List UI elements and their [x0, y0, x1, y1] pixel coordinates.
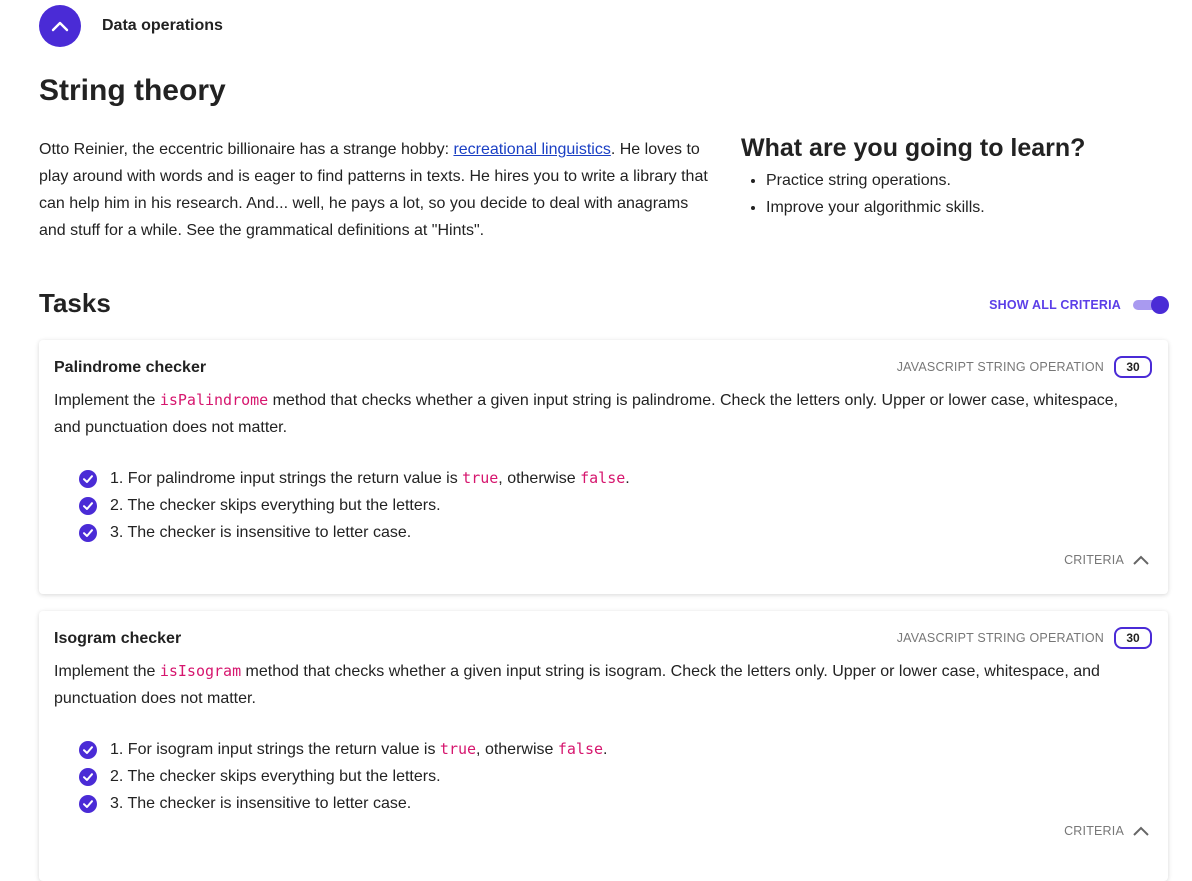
- learning-goals-list: Practice string operations. Improve your…: [741, 167, 1161, 221]
- task-description-start: Implement the: [54, 392, 160, 409]
- criteria-toggle-label: CRITERIA: [1064, 824, 1124, 838]
- chevron-up-icon: [51, 21, 69, 32]
- task-description-start: Implement the: [54, 663, 160, 680]
- points-badge: 30: [1114, 356, 1152, 378]
- breadcrumb: Data operations: [39, 5, 223, 47]
- intro-text: Otto Reinier, the eccentric billionaire …: [39, 136, 711, 244]
- criteria-text-end: .: [603, 741, 608, 758]
- criteria-text: 3. The checker is insensitive to letter …: [110, 795, 412, 812]
- check-circle-icon: [79, 740, 97, 759]
- criteria-item: 3. The checker is insensitive to letter …: [79, 790, 607, 817]
- recreational-linguistics-link[interactable]: recreational linguistics: [453, 141, 610, 158]
- criteria-list: 1. For isogram input strings the return …: [79, 736, 607, 817]
- task-category: JAVASCRIPT STRING OPERATION: [896, 360, 1104, 374]
- method-name: isIsogram: [159, 662, 242, 680]
- code-true: true: [439, 740, 477, 758]
- tasks-title: Tasks: [39, 288, 111, 318]
- show-all-criteria-label: SHOW ALL CRITERIA: [989, 298, 1121, 312]
- task-card-isogram: Isogram checker JAVASCRIPT STRING OPERAT…: [39, 611, 1168, 881]
- show-all-criteria-toggle[interactable]: SHOW ALL CRITERIA: [989, 296, 1169, 314]
- intro-text-start: Otto Reinier, the eccentric billionaire …: [39, 141, 454, 158]
- toggle-switch[interactable]: [1133, 296, 1169, 314]
- criteria-collapse-toggle[interactable]: CRITERIA: [1064, 553, 1150, 567]
- criteria-text-middle: , otherwise: [498, 470, 581, 487]
- task-meta: JAVASCRIPT STRING OPERATION 30: [897, 356, 1152, 378]
- check-circle-icon: [79, 523, 97, 542]
- task-category: JAVASCRIPT STRING OPERATION: [896, 631, 1104, 645]
- check-circle-icon: [79, 767, 97, 786]
- criteria-text: 1. For palindrome input strings the retu…: [110, 465, 630, 492]
- learning-goal-item: Practice string operations.: [766, 167, 1161, 194]
- points-badge: 30: [1114, 627, 1152, 649]
- criteria-list: 1. For palindrome input strings the retu…: [79, 465, 630, 546]
- learning-goals: What are you going to learn? Practice st…: [741, 134, 1161, 221]
- task-card-palindrome: Palindrome checker JAVASCRIPT STRING OPE…: [39, 340, 1168, 594]
- criteria-text-start: 1. For palindrome input strings the retu…: [110, 470, 463, 487]
- criteria-item: 1. For palindrome input strings the retu…: [79, 465, 630, 492]
- criteria-item: 1. For isogram input strings the return …: [79, 736, 607, 763]
- code-true: true: [462, 469, 499, 487]
- criteria-text-middle: , otherwise: [476, 741, 558, 758]
- criteria-text: 2. The checker skips everything but the …: [110, 497, 441, 514]
- code-false: false: [557, 740, 604, 758]
- method-name: isPalindrome: [159, 391, 269, 409]
- criteria-item: 2. The checker skips everything but the …: [79, 492, 630, 519]
- task-description: Implement the isIsogram method that chec…: [54, 658, 1134, 712]
- collapse-button[interactable]: [39, 5, 81, 47]
- check-circle-icon: [79, 469, 97, 488]
- criteria-collapse-toggle[interactable]: CRITERIA: [1064, 824, 1150, 838]
- criteria-toggle-label: CRITERIA: [1064, 553, 1124, 567]
- task-description: Implement the isPalindrome method that c…: [54, 387, 1134, 441]
- task-title: Palindrome checker: [54, 359, 207, 376]
- toggle-knob: [1151, 296, 1169, 314]
- chevron-up-icon: [1133, 555, 1149, 565]
- criteria-text: 1. For isogram input strings the return …: [110, 736, 607, 763]
- breadcrumb-label: Data operations: [102, 17, 223, 34]
- criteria-text: 2. The checker skips everything but the …: [110, 768, 441, 785]
- task-meta: JAVASCRIPT STRING OPERATION 30: [897, 627, 1152, 649]
- chevron-up-icon: [1133, 826, 1149, 836]
- criteria-item: 3. The checker is insensitive to letter …: [79, 519, 630, 546]
- criteria-text-end: .: [625, 470, 630, 487]
- learning-goal-item: Improve your algorithmic skills.: [766, 194, 1161, 221]
- criteria-text: 3. The checker is insensitive to letter …: [110, 524, 412, 541]
- code-false: false: [580, 469, 626, 487]
- criteria-text-start: 1. For isogram input strings the return …: [110, 741, 440, 758]
- learning-goals-title: What are you going to learn?: [741, 134, 1086, 162]
- criteria-item: 2. The checker skips everything but the …: [79, 763, 607, 790]
- check-circle-icon: [79, 496, 97, 515]
- check-circle-icon: [79, 794, 97, 813]
- page-title: String theory: [39, 74, 226, 107]
- task-title: Isogram checker: [54, 630, 182, 647]
